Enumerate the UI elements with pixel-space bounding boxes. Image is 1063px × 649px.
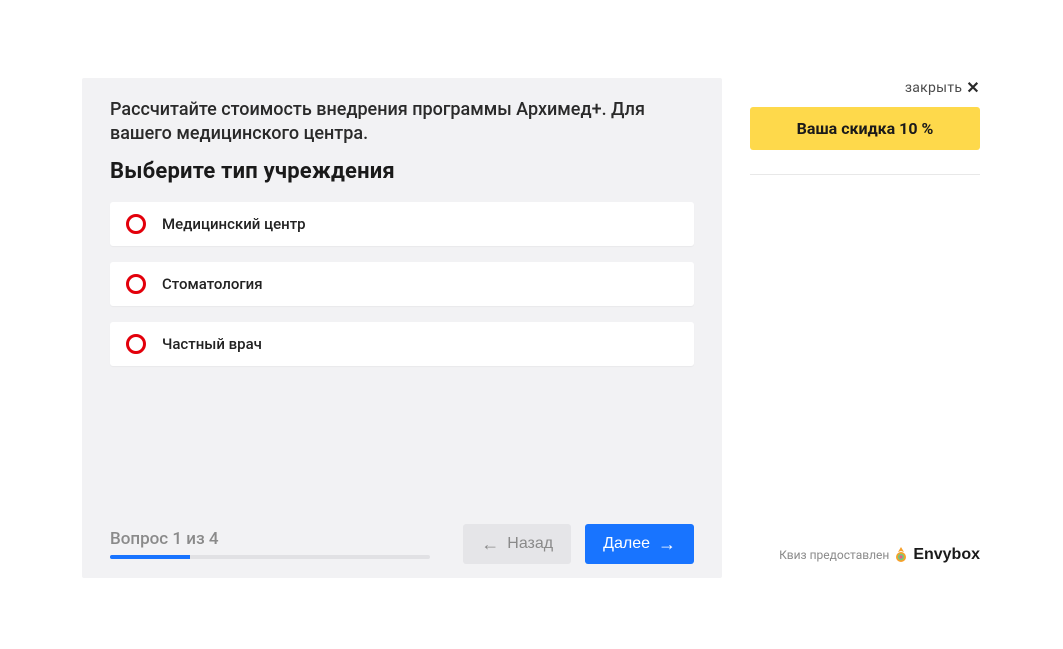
provider-attribution[interactable]: Квиз предоставлен Envybox [750,546,980,564]
question-title: Выберите тип учреждения [110,159,694,184]
arrow-left-icon: ← [481,534,499,555]
close-label: закрыть [905,80,962,96]
quiz-panel: Рассчитайте стоимость внедрения программ… [82,78,722,578]
nav-buttons: ← Назад Далее → [463,524,694,564]
close-button[interactable]: закрыть ✕ [750,78,980,97]
progress-fill [110,555,190,559]
envybox-icon [895,547,907,563]
option-label: Частный врач [162,335,262,353]
options-list: Медицинский центр Стоматология Частный в… [110,202,694,382]
radio-icon [126,334,146,354]
progress-block: Вопрос 1 из 4 [110,529,463,559]
option-private-doctor[interactable]: Частный врач [110,322,694,366]
discount-badge: Ваша скидка 10 % [750,107,980,150]
progress-bar [110,555,430,559]
radio-icon [126,274,146,294]
divider [750,174,980,175]
option-label: Стоматология [162,275,263,293]
option-label: Медицинский центр [162,215,306,233]
provider-brand: Envybox [913,546,980,564]
back-button-label: Назад [507,535,553,553]
arrow-right-icon: → [658,534,676,555]
close-icon: ✕ [966,78,980,97]
provider-prefix: Квиз предоставлен [779,548,889,562]
quiz-footer: Вопрос 1 из 4 ← Назад Далее → [110,524,694,564]
next-button[interactable]: Далее → [585,524,694,564]
next-button-label: Далее [603,535,650,553]
progress-text: Вопрос 1 из 4 [110,529,443,549]
option-dentistry[interactable]: Стоматология [110,262,694,306]
option-medical-center[interactable]: Медицинский центр [110,202,694,246]
radio-icon [126,214,146,234]
quiz-intro: Рассчитайте стоимость внедрения программ… [110,98,694,147]
back-button[interactable]: ← Назад [463,524,571,564]
sidebar: закрыть ✕ Ваша скидка 10 % [750,78,980,175]
